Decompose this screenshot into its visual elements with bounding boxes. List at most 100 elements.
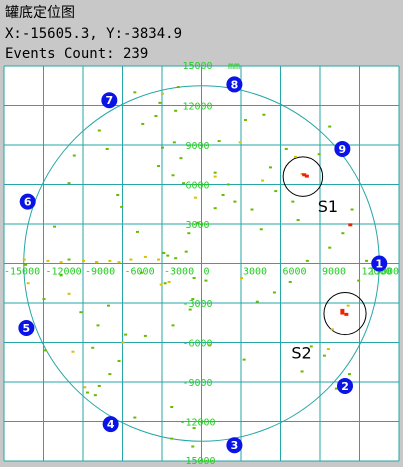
event-point bbox=[166, 254, 170, 257]
event-point bbox=[350, 208, 354, 211]
event-point bbox=[305, 259, 309, 262]
x-tick-label: 3000 bbox=[243, 267, 267, 278]
event-point bbox=[288, 280, 292, 283]
cluster-label-s1: S1 bbox=[318, 197, 338, 216]
event-point bbox=[85, 391, 89, 394]
event-point bbox=[105, 147, 109, 150]
event-point bbox=[293, 155, 297, 158]
event-point bbox=[272, 291, 276, 294]
unit-label: mm bbox=[228, 61, 240, 72]
event-point bbox=[157, 165, 161, 168]
event-point bbox=[108, 259, 112, 262]
event-point bbox=[108, 373, 112, 376]
event-point bbox=[161, 146, 164, 149]
event-point bbox=[213, 175, 217, 178]
event-point bbox=[226, 183, 230, 186]
event-point bbox=[107, 304, 111, 307]
event-point bbox=[193, 196, 197, 199]
event-point bbox=[163, 282, 167, 285]
event-point bbox=[184, 250, 188, 253]
event-point bbox=[158, 101, 162, 104]
y-tick-label: 15000 bbox=[182, 61, 212, 72]
event-point bbox=[167, 280, 171, 283]
x-tick-label: -6000 bbox=[125, 267, 155, 278]
sensor-label: 3 bbox=[231, 439, 239, 452]
event-point bbox=[91, 346, 95, 349]
event-point bbox=[330, 328, 334, 331]
event-point bbox=[159, 283, 163, 286]
event-point bbox=[261, 179, 265, 182]
event-point bbox=[172, 141, 176, 144]
hot-event-point bbox=[344, 312, 349, 316]
event-point bbox=[346, 304, 350, 307]
y-tick-label: -6000 bbox=[182, 339, 212, 350]
event-point bbox=[300, 370, 304, 373]
event-point bbox=[213, 207, 217, 210]
event-point bbox=[97, 384, 101, 387]
event-point bbox=[328, 246, 332, 249]
event-point bbox=[213, 171, 217, 174]
tank-floor-plot[interactable]: -15000 -12000 -9000 -6000 -3000 0 3000 6000 9000… bbox=[0, 0, 403, 467]
sensor-marker-9: 9 bbox=[334, 140, 351, 157]
event-point bbox=[121, 341, 125, 344]
hot-event-point bbox=[340, 308, 345, 312]
event-point bbox=[143, 334, 147, 337]
event-point bbox=[53, 225, 57, 228]
event-point bbox=[217, 140, 221, 143]
event-point bbox=[233, 200, 237, 203]
event-point bbox=[171, 324, 175, 327]
event-point bbox=[42, 298, 46, 301]
event-point bbox=[322, 354, 326, 357]
sensor-marker-4: 4 bbox=[102, 416, 119, 433]
event-point bbox=[174, 109, 178, 112]
event-point bbox=[174, 257, 178, 260]
event-point bbox=[221, 194, 225, 197]
event-point bbox=[170, 437, 174, 440]
hot-event-point bbox=[340, 311, 345, 315]
x-tick-label: -12000 bbox=[46, 267, 82, 278]
event-point bbox=[161, 92, 164, 95]
event-point bbox=[83, 386, 87, 389]
event-point bbox=[82, 259, 85, 262]
x-tick-label: 6000 bbox=[283, 267, 307, 278]
x-tick-label: -15000 bbox=[4, 267, 40, 278]
sensor-label: 6 bbox=[24, 196, 32, 209]
y-tick-label: 9000 bbox=[185, 141, 209, 152]
sensor-marker-1: 1 bbox=[371, 255, 388, 272]
event-point bbox=[95, 261, 99, 264]
event-point bbox=[154, 115, 158, 118]
event-point bbox=[143, 255, 147, 258]
event-point bbox=[141, 122, 145, 125]
event-point bbox=[67, 258, 71, 261]
event-point bbox=[133, 416, 137, 419]
event-point bbox=[291, 200, 295, 203]
event-point bbox=[97, 129, 101, 132]
hot-event-point bbox=[304, 174, 309, 178]
event-point bbox=[116, 194, 120, 197]
event-point bbox=[262, 113, 266, 116]
y-tick-label: 3000 bbox=[185, 220, 209, 231]
event-point bbox=[67, 292, 71, 295]
event-point bbox=[170, 406, 174, 409]
event-point bbox=[259, 228, 263, 231]
event-point bbox=[357, 279, 361, 282]
x-tick-label: -3000 bbox=[164, 267, 194, 278]
event-point bbox=[268, 166, 272, 169]
event-point bbox=[117, 261, 121, 264]
event-point bbox=[296, 219, 300, 222]
event-point bbox=[255, 300, 259, 303]
event-point bbox=[133, 91, 137, 94]
y-tick-label: -15000 bbox=[179, 456, 215, 467]
event-point bbox=[124, 333, 128, 336]
x-tick-label: 9000 bbox=[322, 267, 346, 278]
event-point bbox=[176, 86, 180, 89]
event-point bbox=[135, 230, 139, 233]
x-tick-label: 0 bbox=[204, 267, 210, 278]
event-point bbox=[46, 259, 50, 262]
y-tick-label: 12000 bbox=[182, 102, 212, 113]
event-point bbox=[243, 118, 247, 121]
event-point bbox=[238, 141, 242, 144]
event-point bbox=[341, 232, 345, 235]
y-tick-label: -12000 bbox=[179, 418, 215, 429]
sensor-label: 1 bbox=[375, 258, 383, 271]
